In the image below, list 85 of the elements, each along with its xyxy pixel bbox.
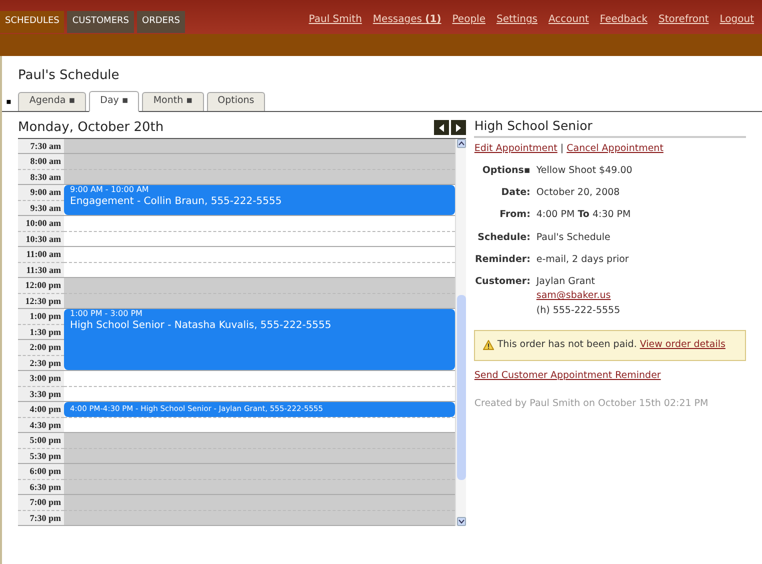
time-label: 2:00 pm (30, 342, 61, 352)
nav-link[interactable]: Logout (720, 12, 754, 27)
time-label: 12:00 pm (25, 280, 61, 290)
time-slot[interactable] (64, 232, 456, 247)
appointment-block[interactable]: 9:00 AM - 10:00 AM Engagement - Collin Braun, 555-222-5555 (64, 185, 456, 215)
time-label: 11:00 am (26, 249, 61, 259)
time-label: 7:30 pm (30, 512, 61, 522)
time-label: 3:00 pm (30, 373, 61, 383)
time-label: 6:30 pm (30, 482, 61, 492)
nav-tab[interactable]: SCHEDULES (0, 11, 64, 33)
notice-text: This order has not been paid. (497, 338, 637, 352)
time-label: 10:30 am (26, 234, 61, 244)
time-label: 1:00 pm (30, 311, 61, 321)
scroll-down-icon[interactable] (456, 517, 466, 526)
scrollbar[interactable] (455, 138, 466, 526)
time-label: 12:30 pm (25, 296, 61, 306)
view-tab[interactable]: Options (206, 92, 266, 110)
time-label: 7:00 pm (30, 497, 61, 507)
time-label: 6:00 pm (30, 466, 61, 476)
day-title: Monday, October 20th (18, 118, 164, 137)
field-label: Schedule: (478, 232, 530, 242)
scroll-up-icon[interactable] (456, 138, 466, 148)
appointment-heading: High School Senior (474, 117, 592, 136)
right-arrow-icon (455, 124, 462, 132)
send-reminder-link[interactable]: Send Customer Appointment Reminder (474, 368, 661, 383)
time-label: 3:30 pm (30, 388, 61, 398)
field-value: e-mail, 2 days prior (536, 252, 629, 267)
tab-marker: ▪ (6, 96, 12, 108)
time-label: 11:30 am (26, 264, 61, 274)
link-separator: | (560, 142, 564, 156)
nav-link[interactable]: Storefront (658, 12, 709, 27)
nav-link[interactable]: Account (548, 12, 589, 27)
field-value: October 20, 2008 (536, 186, 620, 200)
previous-day-button[interactable] (434, 120, 450, 135)
nav-link[interactable]: People (452, 12, 486, 27)
field-value: Jaylan Grant (536, 275, 596, 289)
email-link[interactable]: sam@sbaker.us (536, 289, 620, 304)
view-tab[interactable]: Month ▪ (142, 92, 204, 110)
field-label: Reminder: (474, 254, 530, 265)
time-slot[interactable] (64, 262, 456, 278)
scroll-thumb[interactable] (456, 294, 466, 480)
appointment-time: 1:00 PM - 3:00 PM (70, 309, 144, 319)
field-value: Paul's Schedule (536, 230, 610, 244)
appointment-title: Engagement - Collin Braun, 555-222-5555 (70, 195, 283, 209)
field-value: 4:00 PM To 4:30 PM (536, 208, 631, 222)
time-label: 8:00 am (30, 156, 61, 166)
field-label: Date: (501, 187, 530, 198)
nav-link[interactable]: Settings (496, 12, 538, 27)
view-order-link[interactable]: View order details (640, 338, 726, 352)
page-title: Paul's Schedule (18, 68, 120, 83)
field-label: From: (500, 209, 530, 220)
nav-tab[interactable]: CUSTOMERS (67, 11, 134, 33)
time-label: 10:00 am (26, 218, 61, 228)
left-arrow-icon (438, 124, 446, 132)
nav-link[interactable]: Feedback (600, 12, 648, 27)
time-label: 2:30 pm (30, 358, 61, 368)
edit-appointment-link[interactable]: Edit Appointment (474, 142, 558, 156)
nav-link[interactable]: Messages (1) (372, 12, 442, 27)
time-label: 1:30 pm (30, 326, 61, 336)
time-label: 9:00 am (30, 187, 61, 197)
field-value: Yellow Shoot $49.00 (536, 164, 632, 178)
time-label: 7:30 am (30, 140, 61, 150)
time-label: 4:30 pm (30, 420, 61, 430)
time-label: 5:00 pm (30, 435, 61, 445)
time-label: 5:30 pm (30, 450, 61, 460)
view-tab[interactable]: Day ▪ (89, 90, 140, 112)
appointment-block[interactable]: 1:00 PM - 3:00 PM High School Senior - Natasha Kuvalis, 555-222-5555 (64, 309, 456, 370)
time-slot[interactable] (64, 418, 456, 433)
field-label: Options▪ (482, 164, 530, 176)
time-slot[interactable] (64, 386, 456, 402)
nav-link[interactable]: Paul Smith (308, 12, 362, 27)
time-label: 8:30 am (30, 172, 61, 182)
warning-icon (483, 340, 494, 350)
field-label: Customer: (475, 276, 530, 287)
time-label: 9:30 am (30, 202, 61, 212)
view-tab[interactable]: Agenda ▪ (18, 92, 86, 110)
time-label: 4:00 pm (30, 404, 61, 414)
created-note: Created by Paul Smith on October 15th 02:21 PM (474, 397, 710, 411)
cancel-appointment-link[interactable]: Cancel Appointment (566, 142, 664, 156)
nav-tab[interactable]: ORDERS (136, 11, 185, 33)
appointment-time: 9:00 AM - 10:00 AM (70, 185, 150, 195)
appointment-title: High School Senior - Natasha Kuvalis, 555-222-5555 (70, 319, 332, 333)
time-slot[interactable] (64, 138, 456, 154)
next-day-button[interactable] (451, 120, 466, 135)
field-value: (h) 555-222-5555 (536, 304, 620, 318)
